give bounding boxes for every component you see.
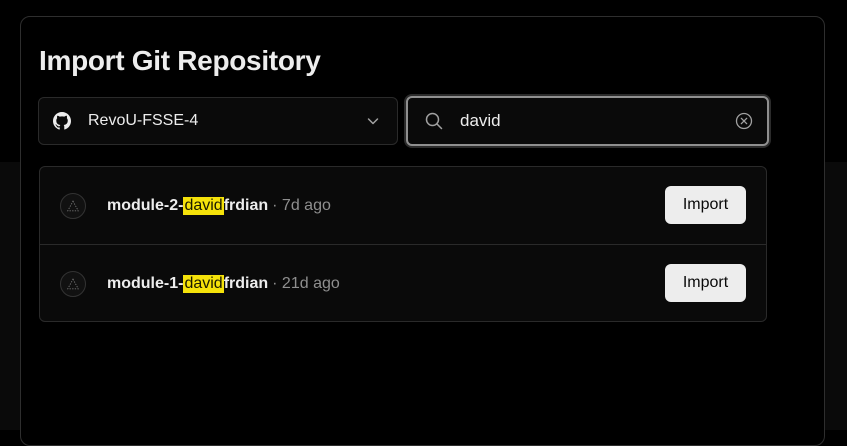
search-icon xyxy=(424,111,444,131)
repo-name-prefix: module-2- xyxy=(107,196,184,214)
repo-name-suffix: frdian xyxy=(223,196,269,214)
repo-avatar-icon xyxy=(60,270,86,297)
search-input[interactable] xyxy=(460,111,700,131)
github-icon xyxy=(53,112,71,130)
scope-label: RevoU-FSSE-4 xyxy=(88,112,199,129)
repo-name-prefix: module-1- xyxy=(107,274,184,292)
list-item: module-1- david frdian · 21d ago Import xyxy=(40,244,766,322)
search-highlight: david xyxy=(183,196,224,215)
repo-name: module-2- david frdian · 7d ago xyxy=(107,196,331,215)
repo-name: module-1- david frdian · 21d ago xyxy=(107,274,340,293)
git-scope-selector[interactable]: RevoU-FSSE-4 xyxy=(38,97,398,145)
repository-search[interactable] xyxy=(406,96,769,146)
search-highlight: david xyxy=(183,274,224,293)
dialog-title: Import Git Repository xyxy=(39,45,321,76)
import-button[interactable]: Import xyxy=(665,186,746,224)
repo-updated-time: · 7d ago xyxy=(272,196,331,214)
import-button[interactable]: Import xyxy=(665,264,746,302)
clear-search-icon[interactable] xyxy=(735,112,753,130)
list-item: module-2- david frdian · 7d ago Import xyxy=(40,167,766,244)
repo-avatar-icon xyxy=(60,192,86,219)
chevron-down-icon xyxy=(365,113,381,129)
repo-name-suffix: frdian xyxy=(223,274,269,292)
repository-list: module-2- david frdian · 7d ago Import mod… xyxy=(39,166,767,322)
repo-updated-time: · 21d ago xyxy=(272,274,340,292)
